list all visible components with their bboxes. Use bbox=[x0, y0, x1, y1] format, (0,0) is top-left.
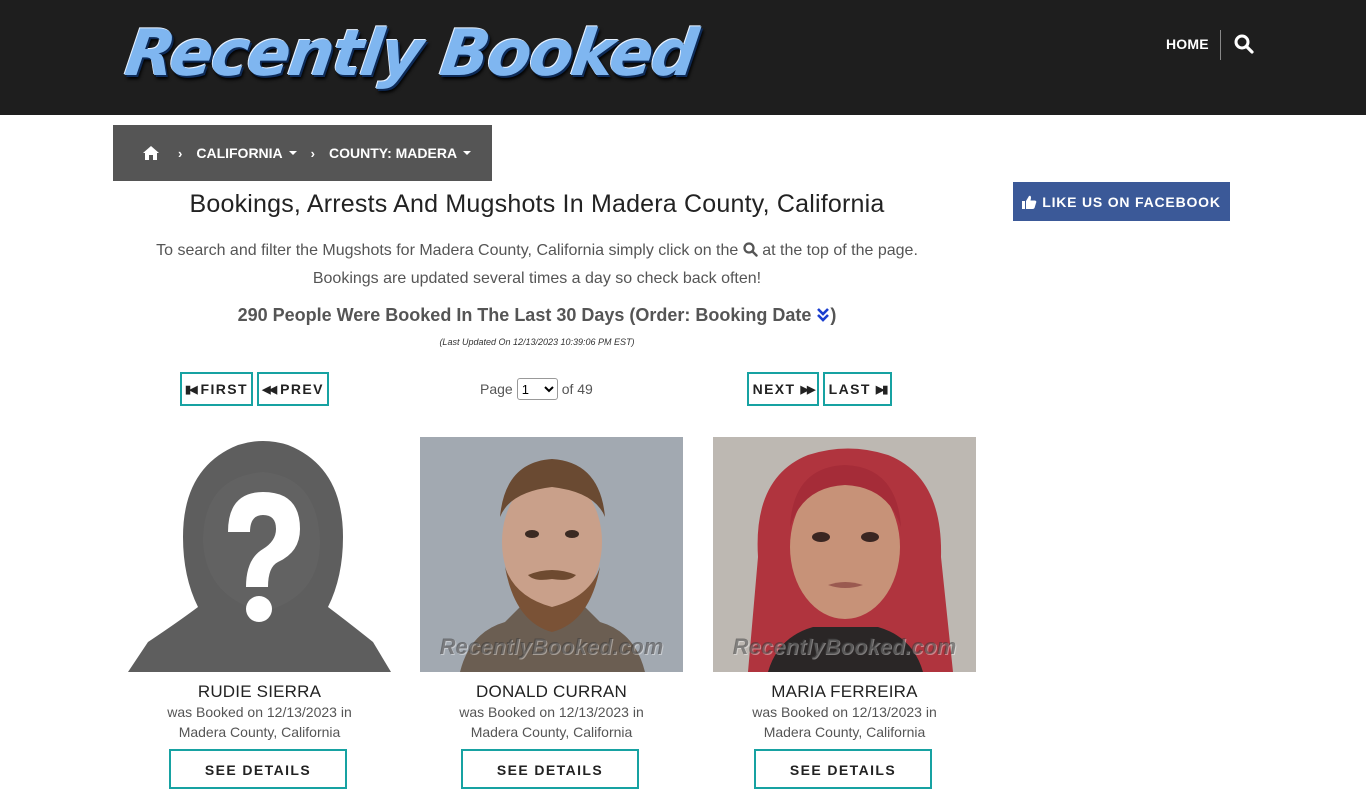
first-page-button[interactable]: ▮◀ FIRST bbox=[180, 372, 253, 406]
caret-down-icon bbox=[463, 151, 472, 155]
breadcrumb-state-dropdown[interactable]: CALIFORNIA bbox=[196, 145, 297, 161]
see-details-button[interactable]: SEE DETAILS bbox=[754, 749, 932, 789]
search-icon[interactable] bbox=[1234, 34, 1256, 56]
person-name[interactable]: MARIA FERREIRA bbox=[713, 682, 976, 702]
booking-card[interactable]: RecentlyBooked.com DONALD CURRAN was Boo… bbox=[420, 437, 683, 789]
intro-part2: at the top of the page. bbox=[762, 242, 918, 259]
mugshot-image[interactable]: RecentlyBooked.com bbox=[420, 437, 683, 672]
site-logo[interactable]: Recently Booked bbox=[121, 16, 701, 92]
backward-icon: ◀◀ bbox=[262, 383, 277, 396]
nav-home-link[interactable]: HOME bbox=[1166, 36, 1209, 52]
intro-line2: Bookings are updated several times a day… bbox=[312, 270, 762, 287]
step-backward-icon: ▮◀ bbox=[185, 383, 197, 396]
chevron-right-icon: › bbox=[310, 145, 316, 161]
nav-divider bbox=[1220, 30, 1221, 60]
thumbs-up-icon bbox=[1022, 195, 1037, 209]
next-label: NEXT bbox=[752, 381, 796, 397]
page-title: Bookings, Arrests And Mugshots In Madera… bbox=[189, 190, 885, 218]
intro-part1: To search and filter the Mugshots for Ma… bbox=[156, 242, 739, 259]
search-icon bbox=[743, 240, 758, 266]
booking-info-line1: was Booked on 12/13/2023 in bbox=[459, 704, 644, 720]
chevron-right-icon: › bbox=[178, 145, 183, 161]
last-updated: (Last Updated On 12/13/2023 10:39:06 PM … bbox=[439, 337, 635, 347]
mugshot-image[interactable]: RecentlyBooked.com bbox=[713, 437, 976, 672]
step-forward-icon: ▶▮ bbox=[875, 383, 888, 396]
booking-info-line2: Madera County, California bbox=[470, 724, 633, 740]
booking-count-text: 290 People Were Booked In The Last 30 Da… bbox=[237, 305, 812, 325]
booking-info-line2: Madera County, California bbox=[178, 724, 341, 740]
prev-label: PREV bbox=[280, 381, 324, 397]
page-selector: Page 1 of 49 bbox=[480, 378, 593, 400]
page-select[interactable]: 1 bbox=[516, 378, 558, 400]
home-icon[interactable] bbox=[142, 145, 160, 161]
first-label: FIRST bbox=[200, 381, 248, 397]
see-details-button[interactable]: SEE DETAILS bbox=[169, 749, 347, 789]
person-name[interactable]: DONALD CURRAN bbox=[420, 682, 683, 702]
prev-page-button[interactable]: ◀◀ PREV bbox=[257, 372, 329, 406]
booking-info-line1: was Booked on 12/13/2023 in bbox=[752, 704, 937, 720]
breadcrumb-county-label: COUNTY: MADERA bbox=[329, 145, 458, 161]
person-name[interactable]: RUDIE SIERRA bbox=[128, 682, 391, 702]
intro-text: To search and filter the Mugshots for Ma… bbox=[113, 238, 961, 292]
booking-count: 290 People Were Booked In The Last 30 Da… bbox=[113, 305, 961, 328]
booking-count-close: ) bbox=[830, 305, 837, 325]
booking-card[interactable]: RecentlyBooked.com MARIA FERREIRA was Bo… bbox=[713, 437, 976, 789]
booking-info-line1: was Booked on 12/13/2023 in bbox=[167, 704, 352, 720]
next-page-button[interactable]: NEXT ▶▶ bbox=[747, 372, 819, 406]
breadcrumb-county-dropdown[interactable]: COUNTY: MADERA bbox=[329, 145, 472, 161]
sort-order-icon[interactable] bbox=[816, 307, 830, 328]
photo-watermark: RecentlyBooked.com bbox=[439, 634, 664, 659]
forward-icon: ▶▶ bbox=[800, 383, 816, 396]
page-total: of 49 bbox=[561, 381, 593, 397]
facebook-like-label: LIKE US ON FACEBOOK bbox=[1042, 193, 1221, 210]
photo-watermark: RecentlyBooked.com bbox=[732, 634, 957, 659]
breadcrumb: › CALIFORNIA › COUNTY: MADERA bbox=[113, 125, 492, 181]
last-page-button[interactable]: LAST ▶▮ bbox=[823, 372, 892, 406]
caret-down-icon bbox=[288, 151, 297, 155]
booking-info-line2: Madera County, California bbox=[763, 724, 926, 740]
booking-card[interactable]: RUDIE SIERRA was Booked on 12/13/2023 in… bbox=[128, 437, 391, 789]
mugshot-placeholder-image[interactable] bbox=[128, 437, 391, 672]
see-details-button[interactable]: SEE DETAILS bbox=[461, 749, 639, 789]
last-label: LAST bbox=[828, 381, 871, 397]
page-label: Page bbox=[480, 381, 513, 397]
facebook-like-button[interactable]: LIKE US ON FACEBOOK bbox=[1013, 182, 1230, 221]
site-header: Recently Booked HOME bbox=[0, 0, 1366, 115]
breadcrumb-state-label: CALIFORNIA bbox=[196, 145, 283, 161]
